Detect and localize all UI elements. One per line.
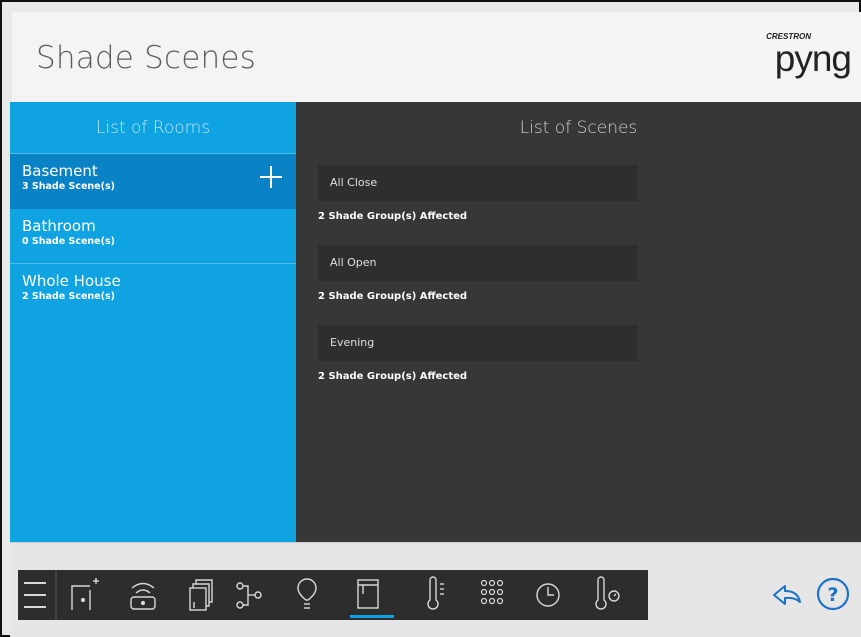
room-name: Basement: [22, 162, 98, 180]
room-name: Bathroom: [22, 217, 96, 235]
room-item-basement[interactable]: Basement 3 Shade Scene(s): [10, 154, 296, 209]
crestron-pyng-logo: CRESTRON pyng: [765, 32, 852, 84]
keypads-icon[interactable]: [480, 579, 504, 605]
help-icon: ?: [816, 577, 850, 611]
back-button[interactable]: [770, 578, 804, 612]
scene-button-all-open[interactable]: All Open: [318, 245, 638, 281]
lighting-icon[interactable]: [297, 578, 317, 609]
climate-icon[interactable]: [427, 576, 444, 610]
scene-affected-count: 2 Shade Group(s) Affected: [318, 211, 468, 222]
rooms-panel-title: List of Rooms: [10, 102, 296, 154]
devices-icon[interactable]: [189, 579, 213, 611]
wireless-gateway-icon[interactable]: [130, 582, 156, 610]
room-name: Whole House: [22, 272, 121, 290]
header: Shade Scenes CRESTRON pyng: [12, 12, 861, 104]
help-button[interactable]: ?: [815, 576, 851, 612]
thermostat-icon[interactable]: [595, 576, 620, 610]
scenes-panel: List of Scenes All Close 2 Shade Group(s…: [296, 102, 861, 542]
svg-text:?: ?: [827, 584, 838, 606]
logo-word: pyng: [774, 38, 852, 79]
room-item-bathroom[interactable]: Bathroom 0 Shade Scene(s): [10, 209, 296, 264]
add-scene-button[interactable]: [260, 166, 282, 188]
room-item-whole-house[interactable]: Whole House 2 Shade Scene(s): [10, 264, 296, 319]
scene-button-all-close[interactable]: All Close: [318, 165, 638, 201]
room-scene-count: 0 Shade Scene(s): [22, 236, 115, 247]
scene-affected-count: 2 Shade Group(s) Affected: [318, 371, 468, 382]
scene-item: Evening 2 Shade Group(s) Affected: [318, 325, 638, 382]
nav-toolbar: [18, 570, 648, 620]
scenes-panel-title: List of Scenes: [519, 118, 638, 138]
menu-icon[interactable]: [24, 582, 46, 608]
shades-icon[interactable]: [357, 579, 379, 609]
add-room-icon[interactable]: [71, 578, 99, 610]
rooms-panel: List of Rooms Basement 3 Shade Scene(s) …: [10, 102, 296, 542]
active-tab-indicator: [350, 615, 394, 618]
schedule-icon[interactable]: [536, 583, 560, 607]
scene-button-evening[interactable]: Evening: [318, 325, 638, 361]
scene-item: All Open 2 Shade Group(s) Affected: [318, 245, 638, 302]
room-scene-count: 3 Shade Scene(s): [22, 181, 115, 192]
page-title: Shade Scenes: [36, 40, 256, 76]
scene-item: All Close 2 Shade Group(s) Affected: [318, 165, 638, 222]
back-icon: [773, 585, 801, 605]
scene-affected-count: 2 Shade Group(s) Affected: [318, 291, 468, 302]
room-scene-count: 2 Shade Scene(s): [22, 291, 115, 302]
scene-program-icon[interactable]: [236, 582, 262, 609]
